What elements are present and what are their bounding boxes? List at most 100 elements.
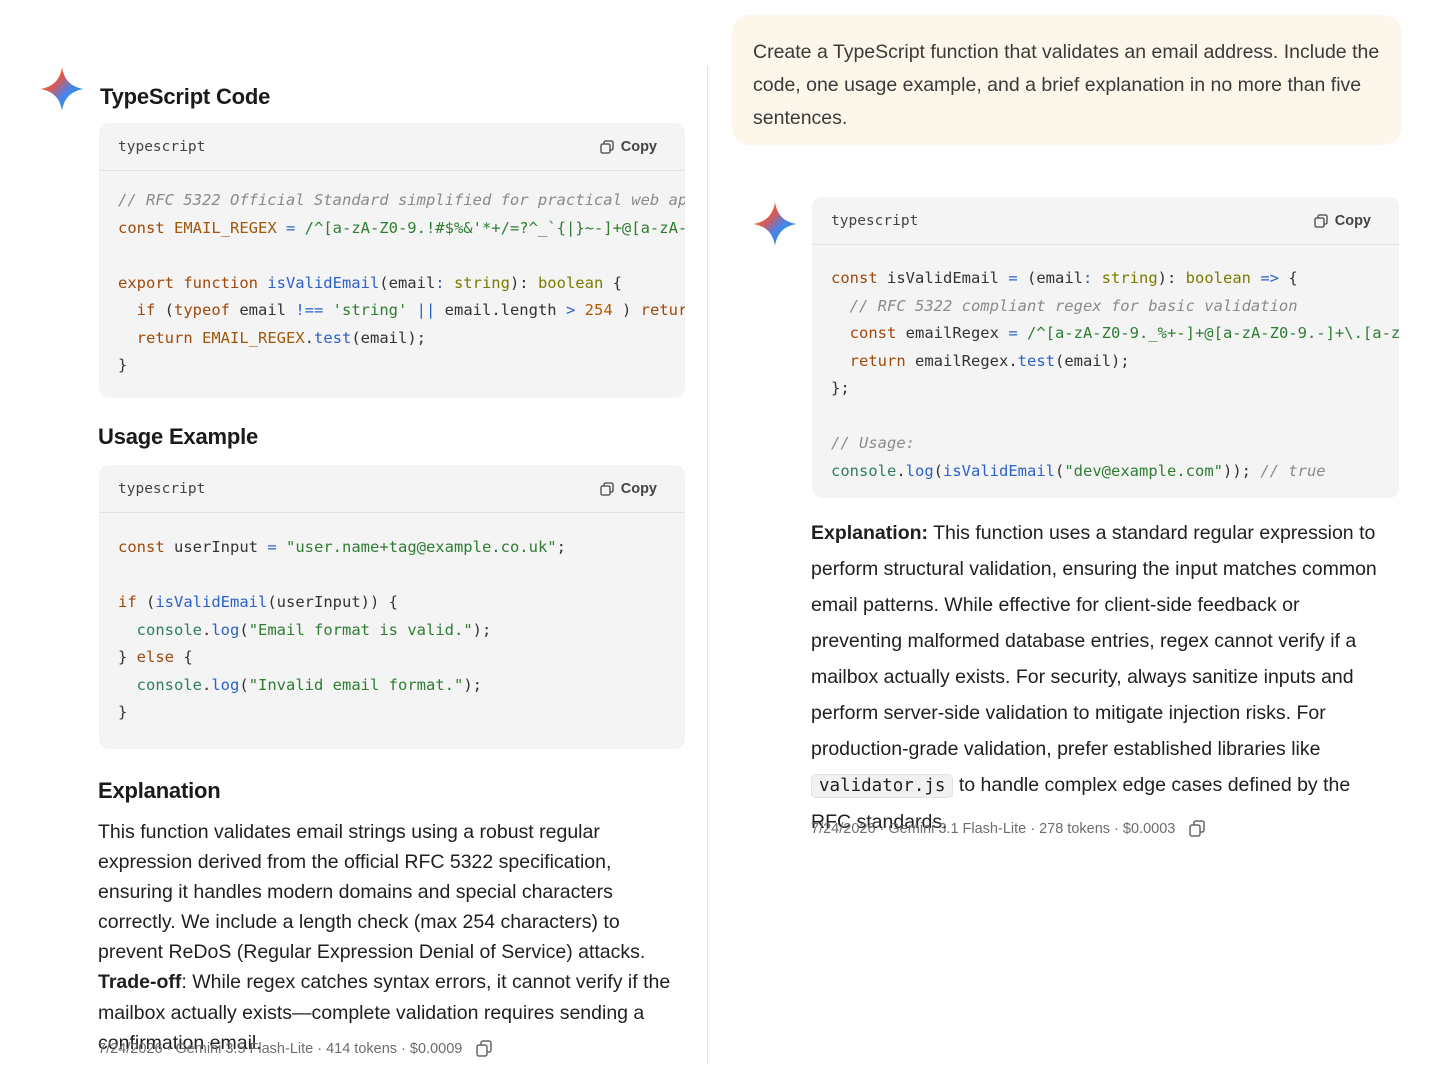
code-token: const bbox=[118, 538, 174, 556]
copy-code-button[interactable]: Copy bbox=[600, 139, 657, 155]
code-content: const isValidEmail = (email: string): bo… bbox=[812, 245, 1399, 485]
code-token: const bbox=[831, 324, 906, 342]
code-line: export function isValidEmail(email: stri… bbox=[118, 270, 685, 298]
explanation-text: This function validates email strings us… bbox=[98, 817, 678, 1058]
code-language-label: typescript bbox=[831, 212, 919, 229]
code-token: log bbox=[211, 620, 240, 639]
response-meta-text: 7/24/2026 · Gemini 3.5 Flash-Lite · 414 … bbox=[98, 1040, 463, 1057]
column-divider bbox=[707, 66, 708, 1064]
code-token: // RFC 5322 Official Standard simplified… bbox=[118, 191, 685, 209]
code-token: ( bbox=[239, 620, 249, 639]
code-token: return bbox=[831, 351, 915, 370]
code-token: test bbox=[314, 328, 352, 347]
code-token: => bbox=[1260, 269, 1289, 287]
code-token: { bbox=[1288, 269, 1298, 287]
code-content: const userInput = "user.name+tag@example… bbox=[99, 513, 685, 726]
code-block-header: typescript Copy bbox=[99, 123, 685, 171]
code-token: } bbox=[118, 703, 128, 721]
code-line: const EMAIL_REGEX = /^[a-zA-Z0-9.!#$%&'*… bbox=[118, 215, 685, 243]
code-line: } bbox=[118, 698, 685, 726]
code-line: const isValidEmail = (email: string): bo… bbox=[831, 265, 1399, 293]
copy-code-button[interactable]: Copy bbox=[1314, 213, 1371, 229]
copy-response-icon[interactable] bbox=[476, 1040, 493, 1057]
code-line: return emailRegex.test(email); bbox=[831, 348, 1399, 376]
explanation-part: This function validates email strings us… bbox=[98, 821, 646, 964]
code-token: || bbox=[407, 301, 445, 319]
code-token: return f bbox=[640, 301, 685, 319]
code-token: )); bbox=[1222, 461, 1251, 480]
code-token: (email bbox=[379, 273, 436, 292]
code-token: console bbox=[831, 461, 897, 480]
code-token: : bbox=[435, 273, 454, 292]
code-token: EMAIL_REGEX bbox=[202, 328, 305, 347]
explanation-bold: Explanation: bbox=[811, 522, 929, 544]
code-token: if bbox=[118, 301, 165, 319]
code-token: 254 bbox=[584, 301, 613, 319]
code-token: (email bbox=[1027, 269, 1083, 287]
copy-response-icon[interactable] bbox=[1189, 820, 1206, 837]
code-language-label: typescript bbox=[118, 480, 206, 497]
code-token: (email); bbox=[1054, 351, 1130, 370]
code-token: else bbox=[136, 648, 174, 666]
code-token: > bbox=[565, 301, 585, 319]
code-token: "dev@example.com" bbox=[1064, 461, 1223, 480]
copy-icon bbox=[600, 481, 614, 496]
code-token: ; bbox=[556, 538, 566, 556]
copy-label: Copy bbox=[620, 480, 657, 497]
gemini-sparkle-icon bbox=[40, 67, 84, 111]
explanation-bold: Trade-off bbox=[98, 971, 182, 994]
code-token: typeof bbox=[174, 301, 231, 319]
code-token: string bbox=[1101, 269, 1158, 287]
code-token: ): bbox=[1157, 269, 1186, 287]
code-token: { bbox=[603, 273, 622, 292]
code-token: console bbox=[118, 620, 202, 639]
code-token: "user.name+tag@example.co.uk" bbox=[286, 538, 557, 556]
code-token: . bbox=[202, 675, 212, 694]
code-token: /^[a-zA-Z0-9._%+-]+@[a-zA-Z0-9.-]+\.[a-z… bbox=[1026, 324, 1399, 342]
code-token: { bbox=[174, 648, 193, 666]
code-token: if bbox=[118, 593, 146, 611]
response-meta: 7/24/2026 · Gemini 3.5 Flash-Lite · 414 … bbox=[98, 1040, 493, 1057]
code-token: // Usage: bbox=[831, 434, 915, 452]
code-token: ( bbox=[146, 593, 156, 611]
code-token: ( bbox=[239, 675, 249, 694]
code-block-header: typescript Copy bbox=[99, 465, 685, 513]
code-token: EMAIL_REGEX bbox=[174, 218, 277, 237]
response-meta: 7/24/2026 · Gemini 3.1 Flash-Lite · 278 … bbox=[811, 820, 1206, 837]
code-token: . bbox=[896, 461, 906, 480]
code-line: const userInput = "user.name+tag@example… bbox=[118, 533, 685, 561]
copy-code-button[interactable]: Copy bbox=[600, 481, 657, 497]
code-token: export function bbox=[118, 273, 268, 292]
code-token: ( bbox=[1055, 461, 1065, 480]
code-token: = bbox=[276, 218, 305, 237]
heading-explanation: Explanation bbox=[98, 778, 221, 803]
code-token: . bbox=[304, 328, 314, 347]
code-block-header: typescript Copy bbox=[812, 197, 1399, 245]
code-line: } else { bbox=[118, 643, 685, 671]
code-token: email.length bbox=[444, 301, 566, 319]
copy-label: Copy bbox=[1334, 212, 1371, 229]
code-block-usage: typescript Copy const userInput = "user.… bbox=[99, 465, 685, 749]
code-token: }; bbox=[831, 379, 850, 397]
code-token: isValidEmail bbox=[155, 593, 268, 611]
code-line: return EMAIL_REGEX.test(email); bbox=[118, 325, 685, 353]
code-token: } bbox=[118, 356, 128, 374]
code-token: = bbox=[267, 538, 286, 556]
code-content: // RFC 5322 Official Standard simplified… bbox=[99, 171, 685, 380]
code-line: if (isValidEmail(userInput)) { bbox=[118, 588, 685, 616]
code-language-label: typescript bbox=[118, 138, 206, 155]
code-token: } bbox=[118, 648, 137, 666]
code-token: (email); bbox=[351, 328, 426, 347]
gemini-sparkle-icon bbox=[753, 202, 797, 246]
code-token: isValidEmail bbox=[267, 273, 380, 292]
code-token: /^[a-zA-Z0-9.!#$%&'*+/=?^_`{|}~-]+@[a-zA… bbox=[304, 218, 685, 237]
code-token: emailRegex bbox=[905, 324, 1009, 342]
explanation-part: This function uses a standard regular ex… bbox=[811, 522, 1377, 760]
code-token: // RFC 5322 compliant regex for basic va… bbox=[831, 296, 1298, 315]
explanation-text: Explanation: This function uses a standa… bbox=[811, 515, 1395, 840]
code-token: ); bbox=[463, 675, 482, 694]
code-token: userInput bbox=[174, 538, 268, 556]
code-token: : bbox=[1083, 269, 1102, 287]
code-token: "Email format is valid." bbox=[248, 620, 473, 639]
